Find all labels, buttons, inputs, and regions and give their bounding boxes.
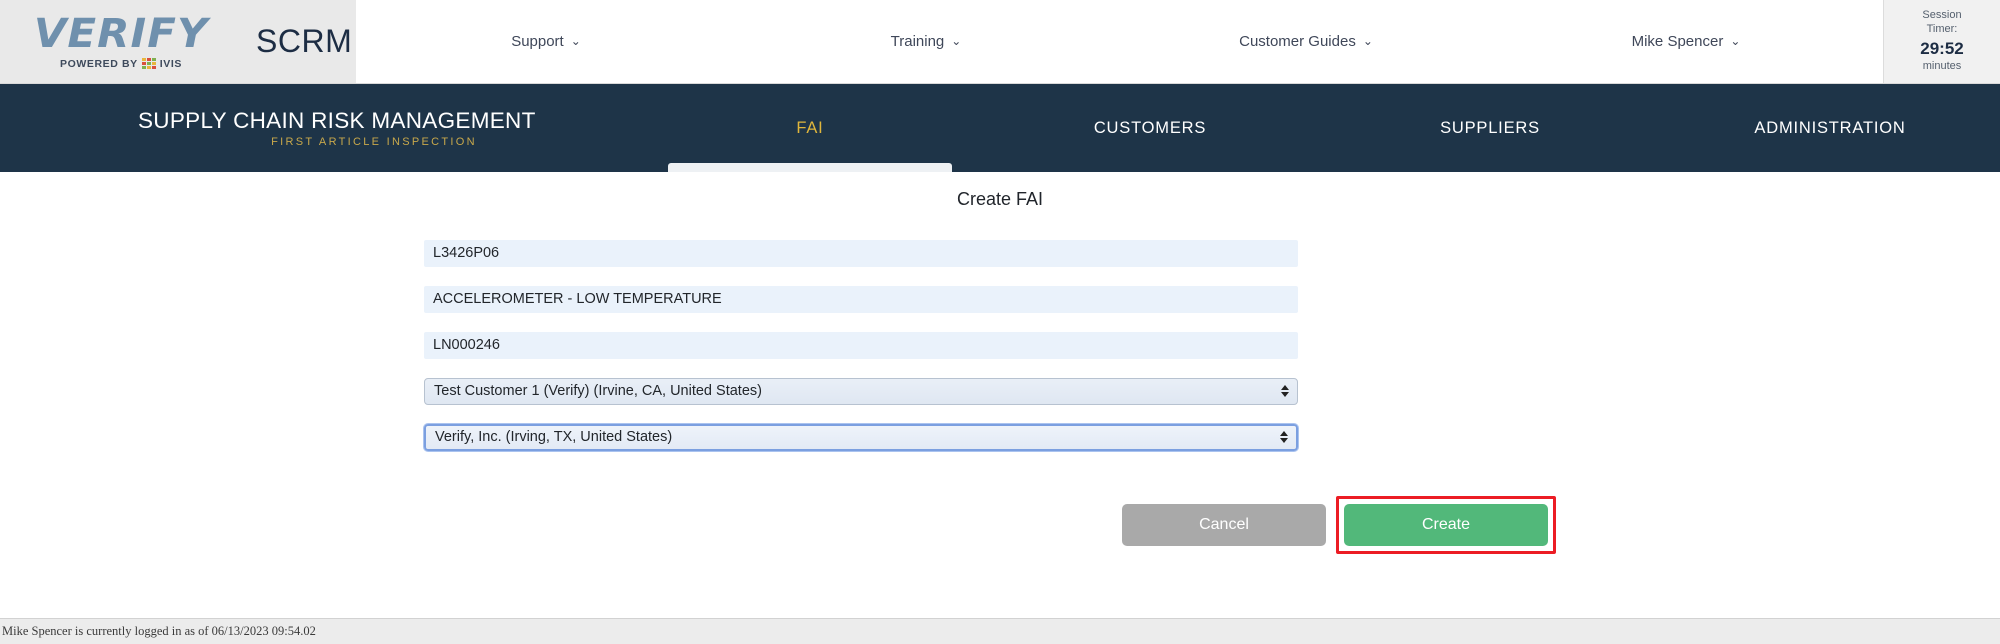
supplier-select[interactable]: Verify, Inc. (Irving, TX, United States) xyxy=(424,423,1298,451)
session-timer-unit: minutes xyxy=(1922,60,1962,72)
control-wrap-supplier: Verify, Inc. (Irving, TX, United States) xyxy=(424,423,1298,451)
login-status-text: Mike Spencer is currently logged in as o… xyxy=(2,624,316,638)
topnav-label-support: Support xyxy=(511,33,564,50)
chevron-down-icon: ⌄ xyxy=(951,34,962,48)
tab-administration[interactable]: ADMINISTRATION xyxy=(1660,84,2000,172)
label-serial-number: Serial Number xyxy=(0,337,520,354)
application-subtitle: FIRST ARTICLE INSPECTION xyxy=(271,136,477,148)
customer-select-value: Test Customer 1 (Verify) (Irvine, CA, Un… xyxy=(434,383,762,399)
form-row-customer: Customer Test Customer 1 (Verify) (Irvin… xyxy=(0,368,2000,414)
tab-label-fai: FAI xyxy=(796,118,824,137)
topnav-item-support[interactable]: Support ⌄ xyxy=(356,33,736,50)
control-wrap-part-number xyxy=(424,239,1298,267)
topnav-label-user: Mike Spencer xyxy=(1631,33,1724,50)
serial-number-input[interactable] xyxy=(424,331,1298,359)
verify-wordmark: VERIFY xyxy=(33,10,209,57)
topnav-item-customer-guides[interactable]: Customer Guides ⌄ xyxy=(1116,33,1496,50)
powered-by-label: POWERED BY xyxy=(59,57,138,70)
create-fai-form: Part Number Part Name Serial Number Cust… xyxy=(0,230,2000,554)
topnav-item-user-menu[interactable]: Mike Spencer ⌄ xyxy=(1496,33,1876,50)
tab-suppliers[interactable]: SUPPLIERS xyxy=(1320,84,1660,172)
supplier-select-value: Verify, Inc. (Irving, TX, United States) xyxy=(435,429,673,445)
control-wrap-serial-number xyxy=(424,331,1298,359)
label-supplier: Supplier xyxy=(0,429,479,446)
topnav-label-customer-guides: Customer Guides xyxy=(1239,33,1356,50)
cancel-button[interactable]: Cancel xyxy=(1122,504,1326,546)
tab-label-administration: ADMINISTRATION xyxy=(1754,118,1906,137)
session-timer-label-2: Timer: xyxy=(1926,23,1958,35)
chevron-down-icon: ⌄ xyxy=(570,34,581,48)
ivis-label: IVIS xyxy=(159,57,182,70)
tab-label-suppliers: SUPPLIERS xyxy=(1440,118,1540,137)
form-row-part-number: Part Number xyxy=(0,230,2000,276)
select-spinner-icon xyxy=(1280,431,1288,443)
tab-fai[interactable]: FAI xyxy=(640,84,980,173)
chevron-down-icon: ⌄ xyxy=(1730,34,1741,48)
tab-label-customers: CUSTOMERS xyxy=(1093,118,1207,137)
session-timer-label-1: Session xyxy=(1922,9,1962,22)
application-title-block: SUPPLY CHAIN RISK MANAGEMENT FIRST ARTIC… xyxy=(0,108,640,148)
page-title: Create FAI xyxy=(956,189,1044,209)
session-timer-value: 29:52 xyxy=(1920,38,1964,58)
top-utility-bar: VERIFY POWERED BY IVIS SCRM Support ⌄ Tra… xyxy=(0,0,2000,84)
select-spinner-icon xyxy=(1281,385,1289,397)
top-navigation: Support ⌄ Training ⌄ Customer Guides ⌄ Mike… xyxy=(356,0,1876,83)
control-wrap-part-name xyxy=(424,285,1298,313)
session-timer: Session Timer: 29:52 minutes xyxy=(1883,0,2000,83)
application-tabs: FAI CUSTOMERS SUPPLIERS ADMINISTRATION xyxy=(640,84,2000,173)
create-button-highlight: Create xyxy=(1336,496,1556,554)
main-content: Create FAI Part Number Part Name Serial … xyxy=(0,172,2000,618)
form-actions: Cancel Create xyxy=(0,496,2000,554)
chevron-down-icon: ⌄ xyxy=(1362,34,1373,48)
status-footer: Mike Spencer is currently logged in as o… xyxy=(0,618,2000,644)
tab-customers[interactable]: CUSTOMERS xyxy=(980,84,1320,172)
product-name: SCRM xyxy=(256,23,353,59)
label-part-number: Part Number xyxy=(0,245,509,262)
label-customer: Customer xyxy=(0,383,489,400)
application-title: SUPPLY CHAIN RISK MANAGEMENT xyxy=(138,108,536,133)
verify-logo[interactable]: VERIFY POWERED BY IVIS xyxy=(32,14,210,70)
customer-select[interactable]: Test Customer 1 (Verify) (Irvine, CA, Un… xyxy=(424,377,1298,405)
form-row-supplier: Supplier Verify, Inc. (Irving, TX, Unite… xyxy=(0,414,2000,460)
form-row-part-name: Part Name xyxy=(0,276,2000,322)
ivis-grid-icon xyxy=(141,58,156,69)
topnav-item-training[interactable]: Training ⌄ xyxy=(736,33,1116,50)
form-row-serial-number: Serial Number xyxy=(0,322,2000,368)
create-button[interactable]: Create xyxy=(1344,504,1548,546)
topnav-label-training: Training xyxy=(890,33,945,50)
control-wrap-customer: Test Customer 1 (Verify) (Irvine, CA, Un… xyxy=(424,377,1298,405)
part-name-input[interactable] xyxy=(424,285,1298,313)
part-number-input[interactable] xyxy=(424,239,1298,267)
label-part-name: Part Name xyxy=(0,291,496,308)
brand-logo-zone: VERIFY POWERED BY IVIS SCRM xyxy=(0,0,356,83)
powered-by-ivis: POWERED BY IVIS xyxy=(60,58,182,70)
application-bar: SUPPLY CHAIN RISK MANAGEMENT FIRST ARTIC… xyxy=(0,84,2000,173)
